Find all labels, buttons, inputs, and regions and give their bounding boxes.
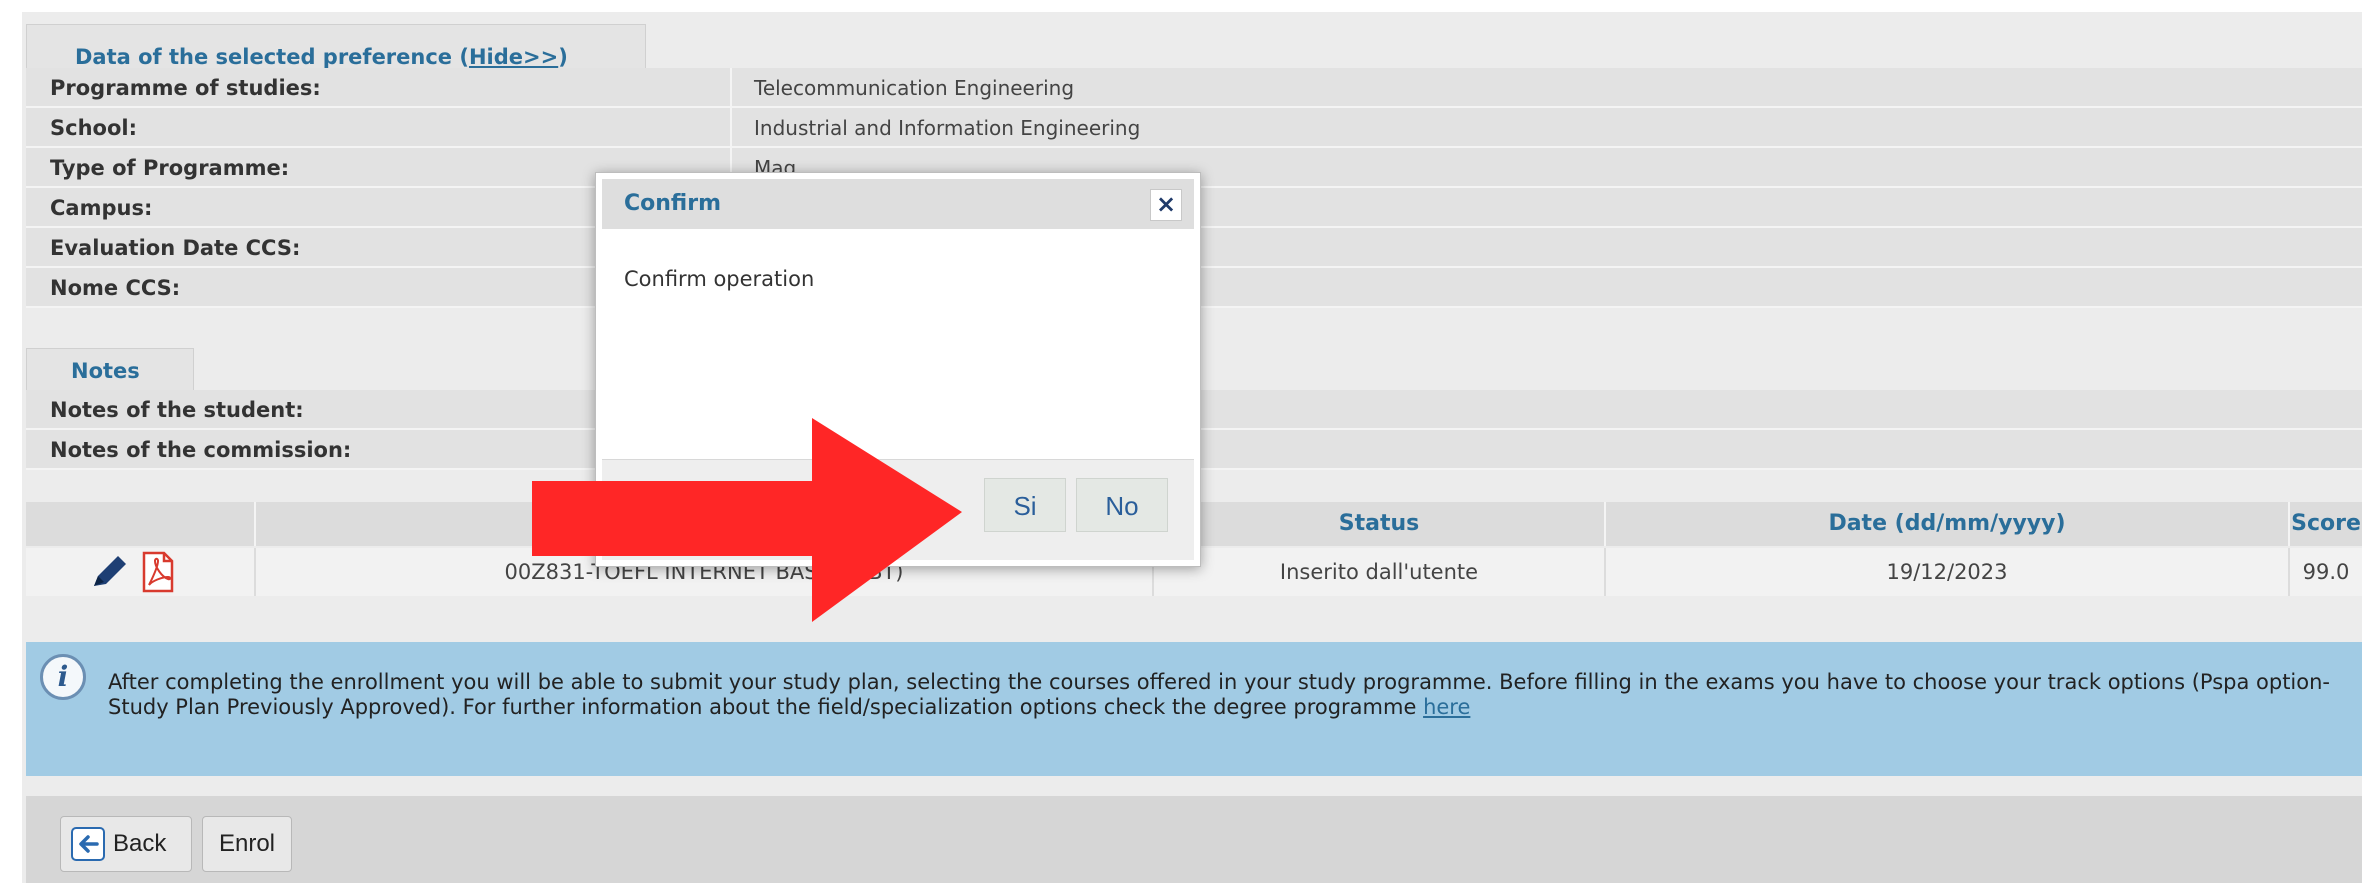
dialog-header: Confirm × (602, 179, 1194, 229)
preference-section-title: Data of the selected preference ( (75, 45, 469, 69)
enrol-button[interactable]: Enrol (202, 816, 292, 872)
table-header-score: Score (2290, 502, 2362, 546)
programme-value: Telecommunication Engineering (754, 76, 1075, 100)
back-button[interactable]: Back (60, 816, 192, 872)
footer-bar: Back Enrol (26, 796, 2362, 883)
no-button[interactable]: No (1076, 478, 1168, 532)
table-row-actions (26, 548, 256, 596)
table-cell-score: 99.0 (2290, 548, 2362, 596)
table-cell-status: Inserito dall'utente (1154, 548, 1606, 596)
table-header-date: Date (dd/mm/yyyy) (1606, 502, 2290, 546)
confirm-dialog: Confirm × Confirm operation Si No (595, 172, 1201, 567)
info-icon: i (40, 654, 86, 700)
dialog-title: Confirm (624, 191, 722, 216)
notes-section-tab: Notes (26, 348, 194, 392)
info-message: After completing the enrollment you will… (108, 670, 2331, 719)
dialog-message: Confirm operation (624, 267, 815, 291)
info-text: After completing the enrollment you will… (108, 670, 2332, 720)
back-arrow-icon (71, 827, 105, 861)
info-box: i After completing the enrollment you wi… (26, 642, 2362, 776)
table-header-status: Status (1154, 502, 1606, 546)
dialog-footer: Si No (602, 459, 1194, 560)
table-cell-date: 19/12/2023 (1606, 548, 2290, 596)
programme-label: Programme of studies: (26, 68, 732, 106)
yes-button[interactable]: Si (984, 478, 1066, 532)
back-label: Back (113, 830, 167, 857)
close-icon[interactable]: × (1150, 189, 1182, 221)
degree-programme-link[interactable]: here (1423, 695, 1470, 719)
notes-section-title: Notes (71, 359, 140, 383)
table-header-actions (26, 502, 256, 546)
school-value: Industrial and Information Engineering (754, 116, 1141, 140)
pdf-icon[interactable] (138, 551, 178, 593)
school-label: School: (26, 108, 732, 146)
hide-link[interactable]: Hide>> (469, 45, 558, 69)
edit-pencil-icon[interactable] (88, 552, 132, 592)
programme-row: Programme of studies: Telecommunication … (26, 68, 2362, 108)
school-row: School: Industrial and Information Engin… (26, 108, 2362, 148)
